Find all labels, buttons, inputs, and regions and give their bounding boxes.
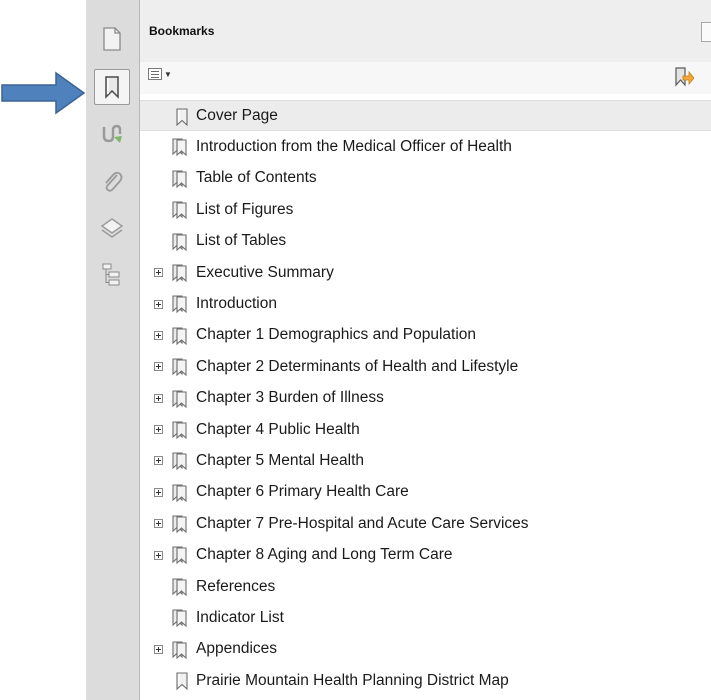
- bookmark-icon: [172, 609, 187, 628]
- bookmark-label: Chapter 6 Primary Health Care: [196, 483, 409, 501]
- expand-plus-icon[interactable]: [154, 425, 163, 435]
- attachments-button[interactable]: [94, 164, 130, 200]
- panel-header: Bookmarks: [140, 0, 711, 63]
- bookmark-label: Chapter 1 Demographics and Population: [196, 326, 477, 344]
- expand-plus-icon[interactable]: [154, 268, 163, 278]
- bookmark-item[interactable]: List of Figures: [140, 194, 711, 225]
- attachments-icon: [105, 171, 123, 192]
- expand-plus-icon[interactable]: [154, 644, 163, 654]
- bookmark-item[interactable]: Chapter 2 Determinants of Health and Lif…: [140, 351, 711, 382]
- bookmark-item[interactable]: Chapter 7 Pre-Hospital and Acute Care Se…: [140, 508, 711, 539]
- bookmark-item[interactable]: Executive Summary: [140, 257, 711, 288]
- bookmark-item[interactable]: List of Tables: [140, 226, 711, 257]
- page-thumbnails-button[interactable]: [94, 21, 130, 57]
- bookmark-label: Chapter 3 Burden of Illness: [196, 389, 384, 407]
- bookmark-item[interactable]: Table of Contents: [140, 163, 711, 194]
- bookmark-icon: [172, 578, 187, 597]
- bookmark-label: List of Figures: [196, 200, 294, 218]
- bookmark-item[interactable]: Introduction from the Medical Officer of…: [140, 131, 711, 162]
- expand-plus-icon[interactable]: [154, 299, 163, 309]
- expand-plus-icon[interactable]: [154, 362, 163, 372]
- bookmark-label: Chapter 2 Determinants of Health and Lif…: [196, 357, 519, 375]
- bookmark-item[interactable]: Chapter 3 Burden of Illness: [140, 383, 711, 414]
- bookmark-icon: [172, 170, 187, 189]
- bookmark-item[interactable]: Introduction: [140, 288, 711, 319]
- bookmark-icon: [172, 546, 187, 565]
- layers-button[interactable]: [94, 210, 130, 246]
- bookmark-label: List of Tables: [196, 232, 287, 250]
- page-thumbnails-icon: [103, 27, 121, 51]
- signatures-button[interactable]: [94, 116, 130, 152]
- expand-plus-icon[interactable]: [154, 487, 163, 497]
- bookmark-list: Cover Page Introduction from the Medical …: [140, 100, 711, 696]
- bookmark-icon: [172, 233, 187, 251]
- bookmark-label: Introduction: [196, 295, 277, 313]
- expand-plus-icon[interactable]: [154, 393, 163, 403]
- bookmark-label: Table of Contents: [196, 169, 317, 187]
- tags-button[interactable]: [94, 256, 130, 292]
- bookmark-icon: [172, 515, 187, 534]
- navigation-pane-sidebar: [86, 0, 140, 700]
- bookmarks-icon: [105, 76, 119, 99]
- bookmark-item[interactable]: Cover Page: [140, 100, 711, 132]
- bookmark-item[interactable]: Prairie Mountain Health Planning Distric…: [140, 665, 711, 696]
- bookmark-icon: [172, 389, 187, 408]
- expand-plus-icon[interactable]: [154, 330, 163, 340]
- bookmark-label: Chapter 8 Aging and Long Term Care: [196, 546, 453, 564]
- bookmark-icon: [172, 201, 187, 220]
- bookmark-item[interactable]: References: [140, 571, 711, 602]
- bookmark-item[interactable]: Chapter 8 Aging and Long Term Care: [140, 539, 711, 570]
- bookmark-icon: [172, 484, 187, 502]
- bookmark-icon: [172, 295, 187, 314]
- bookmark-label: Prairie Mountain Health Planning Distric…: [196, 671, 509, 689]
- bookmark-icon: [172, 358, 187, 377]
- options-button[interactable]: ▼: [148, 68, 172, 80]
- bookmark-item[interactable]: Indicator List: [140, 602, 711, 633]
- bookmark-item[interactable]: Chapter 4 Public Health: [140, 414, 711, 445]
- bookmark-label: Cover Page: [196, 106, 278, 124]
- bookmark-label: Appendices: [196, 640, 278, 658]
- panel-title: Bookmarks: [149, 24, 215, 38]
- bookmark-label: Executive Summary: [196, 263, 334, 281]
- bookmark-icon: [172, 421, 187, 440]
- panel-menu-button[interactable]: [701, 22, 711, 42]
- bookmarks-button[interactable]: [94, 69, 130, 105]
- bookmark-single-icon: [176, 108, 188, 127]
- chevron-down-icon: ▼: [164, 69, 172, 79]
- new-bookmark-icon[interactable]: [672, 66, 694, 88]
- bookmark-label: Indicator List: [196, 608, 284, 626]
- bookmark-label: Chapter 7 Pre-Hospital and Acute Care Se…: [196, 514, 529, 532]
- bookmarks-panel: Bookmarks ▼ Cover Page Introduction from …: [140, 0, 711, 700]
- bookmark-icon: [172, 641, 187, 659]
- expand-plus-icon[interactable]: [154, 456, 163, 466]
- bookmark-item[interactable]: Chapter 5 Mental Health: [140, 445, 711, 476]
- bookmark-label: Chapter 5 Mental Health: [196, 451, 365, 469]
- bookmark-label: References: [196, 577, 276, 595]
- bookmark-label: Chapter 4 Public Health: [196, 420, 360, 438]
- bookmarks-toolbar: ▼: [140, 62, 711, 94]
- expand-plus-icon[interactable]: [154, 519, 163, 529]
- layers-icon: [100, 218, 124, 238]
- bookmark-icon: [172, 452, 187, 471]
- bookmark-icon: [172, 327, 187, 345]
- options-icon: [148, 68, 162, 80]
- signatures-icon: [102, 124, 122, 143]
- bookmark-label: Introduction from the Medical Officer of…: [196, 138, 512, 156]
- bookmark-single-icon: [176, 672, 188, 691]
- bookmark-item[interactable]: Chapter 1 Demographics and Population: [140, 320, 711, 351]
- pointer-arrow-icon: [1, 71, 86, 115]
- bookmark-icon: [172, 264, 187, 283]
- tags-icon: [102, 263, 120, 286]
- expand-plus-icon[interactable]: [154, 550, 163, 560]
- bookmark-icon: [172, 138, 187, 157]
- bookmark-item[interactable]: Appendices: [140, 634, 711, 665]
- bookmark-item[interactable]: Chapter 6 Primary Health Care: [140, 477, 711, 508]
